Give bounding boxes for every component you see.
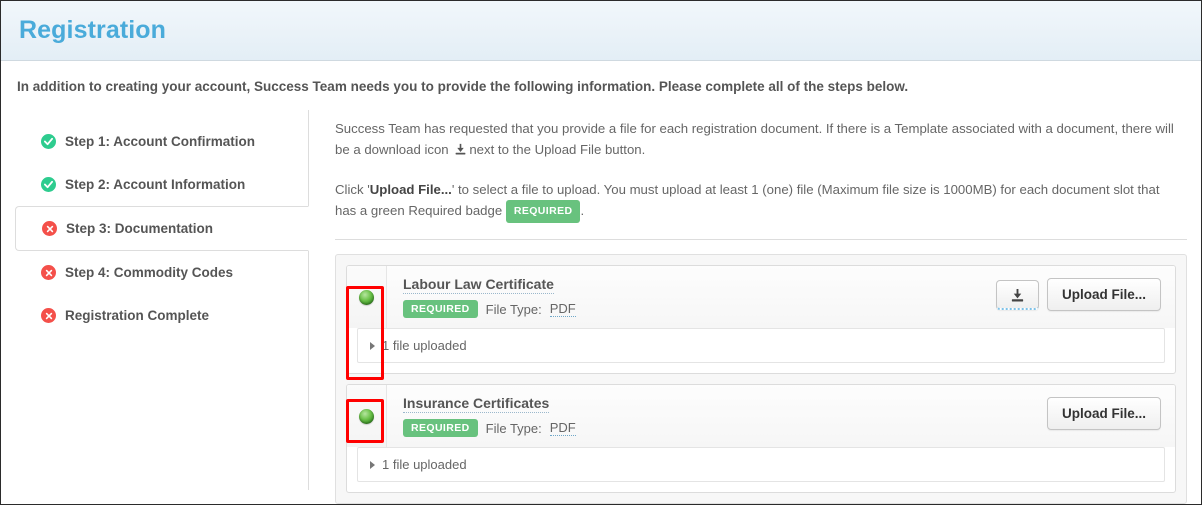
document-info: Insurance Certificates REQUIRED File Typ… — [387, 385, 1037, 447]
steps-sidebar: Step 1: Account Confirmation Step 2: Acc… — [15, 110, 309, 490]
documents-panel: Labour Law Certificate REQUIRED File Typ… — [335, 254, 1187, 504]
sidebar-item-label: Step 1: Account Confirmation — [65, 134, 255, 149]
page-header: Registration — [1, 1, 1201, 61]
required-badge-sample: REQUIRED — [506, 200, 581, 223]
document-card-header: Labour Law Certificate REQUIRED File Typ… — [347, 266, 1175, 328]
download-template-button[interactable] — [996, 280, 1039, 310]
page-title: Registration — [19, 16, 166, 45]
status-indicator-green-icon — [359, 290, 374, 305]
registration-page: Registration In addition to creating you… — [0, 0, 1202, 505]
uploaded-files-summary: 1 file uploaded — [382, 457, 467, 472]
document-card: Labour Law Certificate REQUIRED File Typ… — [346, 265, 1176, 374]
document-status-column — [347, 266, 387, 328]
instructions-p2-text-c: . — [580, 203, 584, 218]
main-content: Success Team has requested that you prov… — [309, 110, 1187, 490]
uploaded-files-summary: 1 file uploaded — [382, 338, 467, 353]
document-info: Labour Law Certificate REQUIRED File Typ… — [387, 266, 986, 328]
sidebar-item-label: Step 2: Account Information — [65, 177, 245, 192]
document-meta: REQUIRED File Type: PDF — [403, 419, 1027, 437]
upload-file-button[interactable]: Upload File... — [1047, 278, 1161, 311]
file-type-value[interactable]: PDF — [550, 301, 576, 317]
required-badge: REQUIRED — [403, 419, 478, 437]
document-status-column — [347, 385, 387, 447]
x-circle-icon — [42, 221, 57, 236]
document-meta: REQUIRED File Type: PDF — [403, 300, 976, 318]
status-indicator-green-icon — [359, 409, 374, 424]
uploaded-files-toggle[interactable]: 1 file uploaded — [357, 447, 1165, 482]
x-circle-icon — [41, 265, 56, 280]
upload-file-button[interactable]: Upload File... — [1047, 397, 1161, 430]
instructions-p1-text-b: next to the Upload File button. — [469, 142, 645, 157]
upload-file-emphasis: Upload File... — [370, 182, 452, 197]
document-card: Insurance Certificates REQUIRED File Typ… — [346, 384, 1176, 493]
chevron-right-icon — [370, 342, 375, 350]
sidebar-item-label: Step 3: Documentation — [66, 221, 213, 236]
sidebar-item-step-2[interactable]: Step 2: Account Information — [15, 163, 308, 206]
instructions-p2-text-a: Click ' — [335, 182, 370, 197]
check-circle-icon — [41, 177, 56, 192]
instructions-paragraph-2: Click 'Upload File...' to select a file … — [335, 179, 1180, 223]
sidebar-item-registration-complete[interactable]: Registration Complete — [15, 294, 308, 337]
instructions-p2-text-b: ' to select a file to upload. You must u… — [335, 182, 1160, 218]
uploaded-files-toggle[interactable]: 1 file uploaded — [357, 328, 1165, 363]
document-title[interactable]: Insurance Certificates — [403, 395, 549, 413]
document-actions: Upload File... — [986, 266, 1175, 311]
file-type-value[interactable]: PDF — [550, 420, 576, 436]
sidebar-item-step-3[interactable]: Step 3: Documentation — [15, 206, 309, 251]
check-circle-icon — [41, 134, 56, 149]
x-circle-icon — [41, 308, 56, 323]
instructions-paragraph-1: Success Team has requested that you prov… — [335, 118, 1180, 163]
document-card-header: Insurance Certificates REQUIRED File Typ… — [347, 385, 1175, 447]
document-title[interactable]: Labour Law Certificate — [403, 276, 554, 294]
intro-section: In addition to creating your account, Su… — [1, 61, 1201, 110]
body-wrapper: Step 1: Account Confirmation Step 2: Acc… — [1, 110, 1201, 490]
download-icon — [1010, 288, 1025, 303]
sidebar-item-label: Step 4: Commodity Codes — [65, 265, 233, 280]
chevron-right-icon — [370, 461, 375, 469]
sidebar-item-label: Registration Complete — [65, 308, 209, 323]
sidebar-item-step-1[interactable]: Step 1: Account Confirmation — [15, 120, 308, 163]
intro-text: In addition to creating your account, Su… — [17, 79, 1185, 94]
sidebar-item-step-4[interactable]: Step 4: Commodity Codes — [15, 251, 308, 294]
file-type-label: File Type: — [486, 421, 542, 436]
download-icon — [454, 141, 467, 162]
document-actions: Upload File... — [1037, 385, 1175, 430]
file-type-label: File Type: — [486, 302, 542, 317]
required-badge: REQUIRED — [403, 300, 478, 318]
section-divider — [335, 239, 1187, 240]
